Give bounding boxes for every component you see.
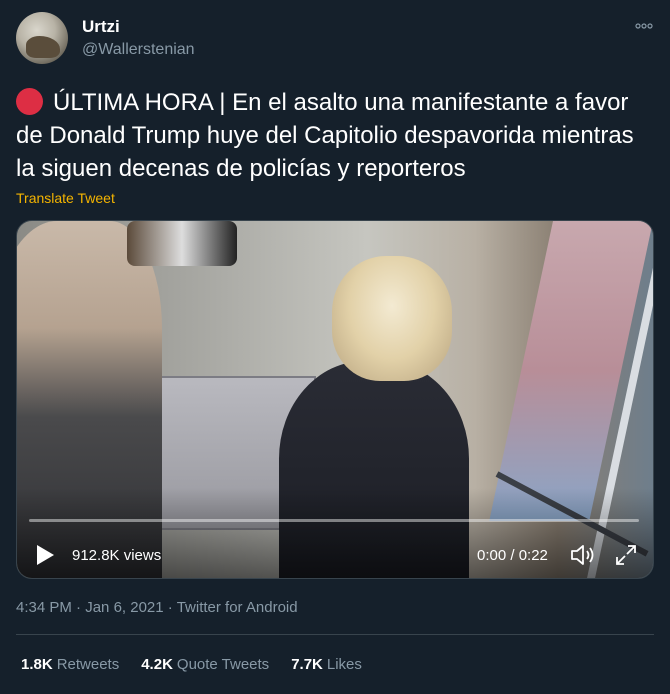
- video-timer: 0:00 / 0:22: [477, 547, 548, 564]
- tweet-body: ÚLTIMA HORA | En el asalto una manifesta…: [16, 89, 634, 182]
- retweets-stat[interactable]: 1.8K Retweets: [21, 656, 119, 673]
- red-circle-icon: [16, 88, 43, 115]
- fullscreen-icon: [616, 545, 636, 565]
- more-dots-icon: [635, 23, 653, 29]
- video-frame: [17, 221, 653, 578]
- likes-stat[interactable]: 7.7K Likes: [291, 656, 362, 673]
- play-button[interactable]: [35, 544, 55, 566]
- video-views: 912.8K views: [72, 547, 162, 564]
- display-name[interactable]: Urtzi: [82, 17, 120, 37]
- quote-tweets-label: Quote Tweets: [176, 656, 270, 673]
- divider: [16, 634, 654, 635]
- username-handle[interactable]: @Wallerstenian: [82, 41, 195, 59]
- more-options-button[interactable]: [634, 18, 654, 34]
- avatar-image: [26, 36, 60, 58]
- video-player[interactable]: 912.8K views 0:00 / 0:22: [16, 220, 654, 579]
- volume-button[interactable]: [569, 543, 597, 567]
- video-progress-bar[interactable]: [29, 519, 639, 522]
- translate-tweet-link[interactable]: Translate Tweet: [16, 190, 115, 206]
- play-icon: [37, 545, 54, 565]
- quote-tweets-stat[interactable]: 4.2K Quote Tweets: [141, 656, 269, 673]
- volume-icon: [571, 545, 594, 565]
- avatar[interactable]: [16, 12, 68, 64]
- tweet-metadata: 4:34 PM · Jan 6, 2021 · Twitter for Andr…: [16, 599, 298, 616]
- retweets-label: Retweets: [56, 656, 120, 673]
- retweets-count: 1.8K: [21, 656, 53, 673]
- tweet-text: ÚLTIMA HORA | En el asalto una manifesta…: [16, 86, 656, 185]
- meta-separator: ·: [76, 599, 82, 616]
- quote-tweets-count: 4.2K: [141, 656, 173, 673]
- fullscreen-button[interactable]: [614, 543, 638, 567]
- tweet-date[interactable]: Jan 6, 2021: [85, 599, 163, 616]
- tweet-time[interactable]: 4:34 PM: [16, 599, 72, 616]
- meta-separator: ·: [167, 599, 173, 616]
- tweet-source[interactable]: Twitter for Android: [177, 599, 298, 616]
- likes-count: 7.7K: [291, 656, 323, 673]
- likes-label: Likes: [326, 656, 362, 673]
- engagement-stats: 1.8K Retweets 4.2K Quote Tweets 7.7K Likes: [21, 656, 362, 673]
